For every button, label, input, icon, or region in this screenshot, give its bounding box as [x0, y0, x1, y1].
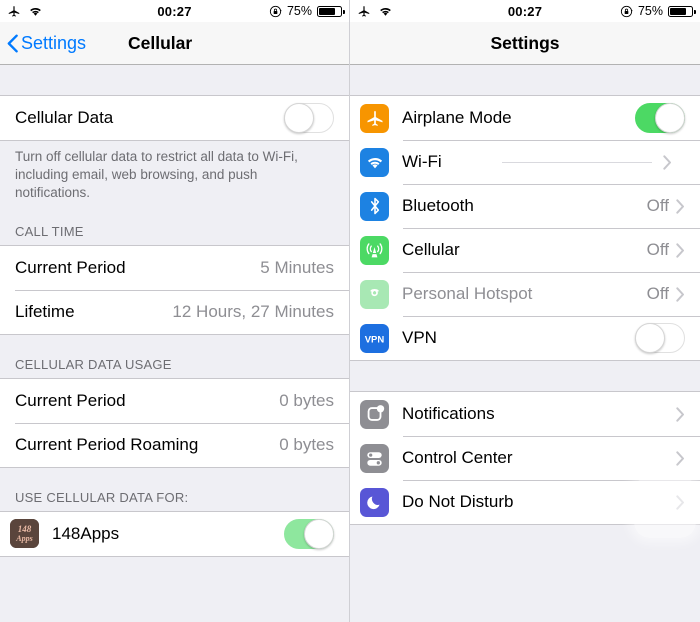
chevron-right-icon [676, 406, 684, 422]
do-not-disturb-label: Do Not Disturb [402, 492, 514, 511]
chevron-left-icon [7, 34, 18, 52]
spacer-data-usage [0, 335, 349, 357]
row-usage-current-period[interactable]: Current Period 0 bytes [0, 378, 349, 423]
row-wifi[interactable]: Wi-Fi [350, 140, 700, 184]
status-bar-right-icons: 75% [269, 4, 345, 18]
row-personal-hotspot[interactable]: Personal Hotspot Off [350, 272, 700, 316]
airplane-icon [360, 103, 389, 133]
wifi-icon [360, 147, 389, 177]
use-cellular-data-for-group: 148 Apps 148Apps [0, 510, 349, 557]
svg-text:148: 148 [18, 524, 32, 534]
chevron-right-icon [676, 198, 684, 214]
settings-group-system: Notifications Control Center Do Not Dist… [350, 391, 700, 538]
row-do-not-disturb[interactable]: Do Not Disturb [350, 480, 700, 524]
section-header-call-time: CALL TIME [15, 223, 84, 239]
row-bluetooth[interactable]: Bluetooth Off [350, 184, 700, 228]
row-call-time-lifetime[interactable]: Lifetime 12 Hours, 27 Minutes [0, 289, 349, 334]
vpn-label: VPN [402, 328, 437, 347]
cellular-label: Cellular [402, 240, 460, 259]
row-vpn[interactable]: VPN VPN [350, 316, 700, 360]
personal-hotspot-value: Off [646, 284, 669, 303]
spacer-between-groups [350, 361, 700, 391]
wifi-label: Wi-Fi [402, 152, 442, 171]
page-title: Settings [490, 32, 560, 53]
row-value: 5 Minutes [260, 257, 334, 277]
cellular-data-footnote: Turn off cellular data to restrict all d… [15, 149, 298, 200]
notifications-icon [360, 399, 389, 429]
row-call-time-current-period[interactable]: Current Period 5 Minutes [0, 245, 349, 290]
row-label: Lifetime [15, 301, 75, 321]
row-label: Current Period Roaming [15, 434, 199, 454]
row-notifications[interactable]: Notifications [350, 392, 700, 436]
left-screen-cellular: 00:27 75% Settings Cellular Cellular Dat… [0, 0, 350, 622]
status-bar-right-icons: 75% [620, 4, 696, 18]
rotation-lock-icon [620, 5, 633, 18]
right-content-scroll[interactable]: Airplane Mode Wi-Fi Bluetooth Off Cellul… [350, 65, 700, 622]
row-label: Current Period [15, 390, 126, 410]
row-value: 12 Hours, 27 Minutes [172, 301, 334, 321]
battery-percent-label: 75% [286, 4, 312, 18]
section-header-use-cellular-data-for: USE CELLULAR DATA FOR: [15, 489, 189, 505]
spacer-top [350, 65, 700, 95]
row-app-148apps[interactable]: 148 Apps 148Apps [0, 511, 349, 556]
row-cellular[interactable]: Cellular Off [350, 228, 700, 272]
chevron-right-icon [676, 450, 684, 466]
call-time-group: Current Period 5 Minutes Lifetime 12 Hou… [0, 244, 349, 335]
battery-percent-label: 75% [637, 4, 663, 18]
bluetooth-label: Bluetooth [402, 196, 474, 215]
spacer-call-time [0, 202, 349, 224]
rotation-lock-icon [269, 5, 282, 18]
back-button-label: Settings [21, 32, 87, 53]
row-value: 0 bytes [279, 434, 334, 454]
airplane-mode-toggle[interactable] [635, 103, 685, 133]
row-label: Current Period [15, 257, 126, 277]
wifi-value-placeholder-line [501, 161, 652, 163]
cellular-antenna-icon [360, 235, 389, 265]
settings-group-connectivity: Airplane Mode Wi-Fi Bluetooth Off Cellul… [350, 95, 700, 361]
left-status-bar: 00:27 75% [0, 0, 349, 22]
battery-icon [668, 5, 696, 17]
bluetooth-value: Off [646, 196, 669, 215]
right-status-bar: 00:27 75% [350, 0, 700, 22]
left-content-scroll[interactable]: Cellular Data Turn off cellular data to … [0, 65, 349, 622]
airplane-mode-label: Airplane Mode [402, 108, 512, 127]
row-cellular-data[interactable]: Cellular Data [0, 96, 349, 140]
do-not-disturb-moon-icon [360, 487, 389, 517]
svg-text:VPN: VPN [365, 334, 385, 345]
right-screen-settings: 00:27 75% Settings Airplane Mode Wi-Fi B… [350, 0, 700, 622]
chevron-right-icon [676, 286, 684, 302]
cellular-data-toggle[interactable] [284, 103, 334, 133]
cellular-data-label: Cellular Data [15, 108, 114, 127]
row-value: 0 bytes [279, 390, 334, 410]
control-center-icon [360, 443, 389, 473]
cellular-data-usage-group: Current Period 0 bytes Current Period Ro… [0, 377, 349, 468]
personal-hotspot-label: Personal Hotspot [402, 284, 533, 303]
cellular-value: Off [646, 240, 669, 259]
control-center-label: Control Center [402, 448, 513, 467]
app-148apps-icon: 148 Apps [10, 519, 39, 549]
chevron-right-icon [662, 154, 671, 170]
left-nav-bar: Settings Cellular [0, 22, 349, 65]
notifications-label: Notifications [402, 404, 495, 423]
chevron-right-icon [676, 242, 684, 258]
cellular-data-group: Cellular Data [0, 95, 349, 141]
row-airplane-mode[interactable]: Airplane Mode [350, 96, 700, 140]
spacer-top [0, 65, 349, 95]
spacer-use-data-for [0, 468, 349, 490]
vpn-toggle[interactable] [635, 323, 685, 353]
chevron-right-icon [676, 494, 684, 510]
personal-hotspot-icon [360, 279, 389, 309]
section-header-cellular-data-usage: CELLULAR DATA USAGE [15, 356, 172, 372]
bluetooth-icon [360, 191, 389, 221]
row-usage-current-period-roaming[interactable]: Current Period Roaming 0 bytes [0, 422, 349, 467]
battery-icon [317, 5, 345, 17]
svg-text:Apps: Apps [15, 534, 32, 543]
row-control-center[interactable]: Control Center [350, 436, 700, 480]
dual-screenshot-container: 00:27 75% Settings Cellular Cellular Dat… [0, 0, 700, 622]
vpn-icon: VPN [360, 323, 389, 353]
app-148apps-label: 148Apps [52, 523, 120, 543]
right-nav-bar: Settings [350, 22, 700, 65]
back-button-settings[interactable]: Settings [0, 33, 86, 54]
app-148apps-toggle[interactable] [284, 518, 334, 549]
